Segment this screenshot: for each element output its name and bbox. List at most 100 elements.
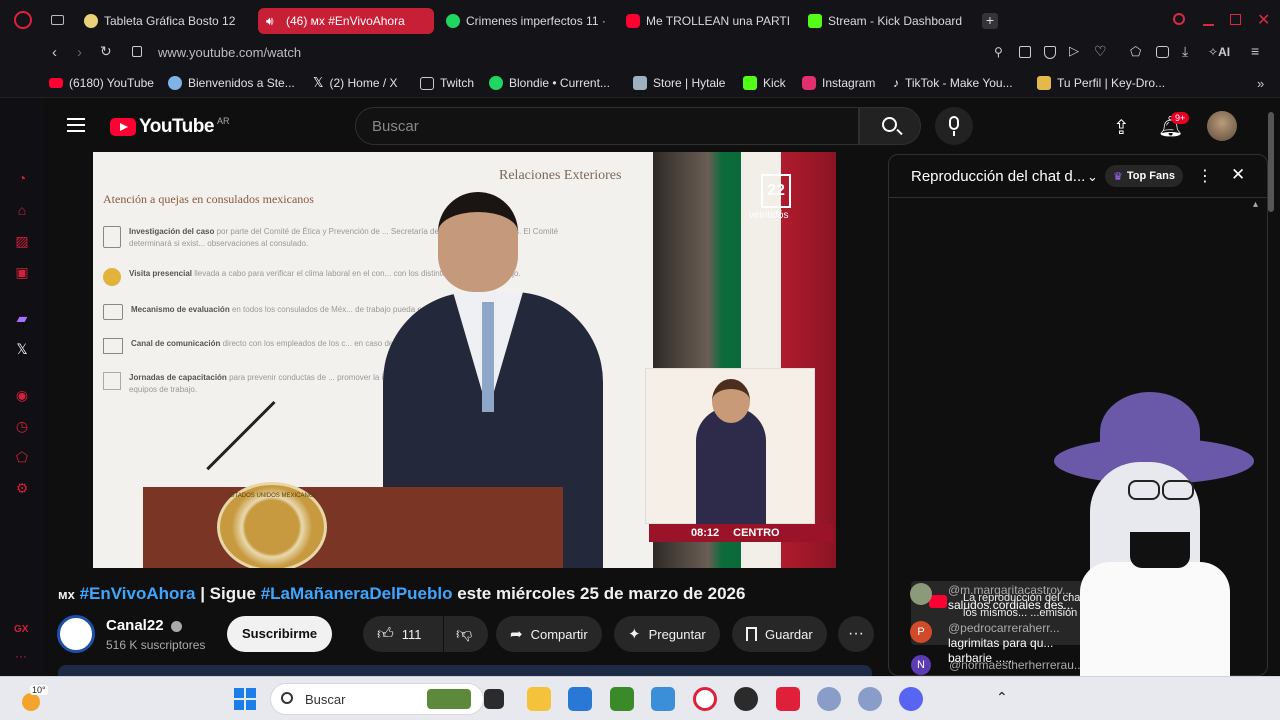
back-icon[interactable]: ‹ bbox=[52, 44, 57, 61]
search-input[interactable]: Buscar bbox=[355, 107, 859, 145]
minimize-icon[interactable] bbox=[1203, 24, 1214, 26]
play-icon[interactable]: ▷ bbox=[1069, 43, 1079, 59]
broadcast-time: 08:12 bbox=[691, 527, 720, 539]
channel-avatar[interactable] bbox=[57, 615, 95, 653]
ask-button[interactable]: ✦ Preguntar bbox=[614, 616, 720, 652]
file-explorer-icon[interactable] bbox=[527, 687, 551, 711]
close-window-icon[interactable]: ✕ bbox=[1257, 10, 1270, 30]
ai-button[interactable]: ✧AI bbox=[1208, 45, 1230, 59]
top-fans-chip[interactable]: ♛ Top Fans bbox=[1105, 165, 1183, 187]
history-icon[interactable]: ◷ bbox=[14, 418, 30, 434]
forward-icon[interactable]: › bbox=[77, 44, 82, 61]
more-bookmarks-icon[interactable]: » bbox=[1257, 74, 1264, 92]
tab-label: Me TROLLEAN una PARTI bbox=[646, 14, 790, 28]
page-scrollbar[interactable] bbox=[1268, 112, 1274, 212]
menu-icon[interactable]: ≡ bbox=[1251, 43, 1259, 59]
save-button[interactable]: Guardar bbox=[732, 616, 827, 652]
wallet-icon[interactable] bbox=[1156, 46, 1169, 58]
tab-bosto[interactable]: Tableta Gráfica Bosto 12 bbox=[76, 8, 248, 34]
video-player[interactable]: Relaciones Exteriores Atención a quejas … bbox=[93, 152, 836, 568]
reload-icon[interactable]: ↻ bbox=[100, 43, 112, 60]
share-button[interactable]: ➦ Compartir bbox=[496, 616, 602, 652]
bookmark-youtube[interactable]: (6180) YouTube bbox=[49, 74, 154, 92]
bosto-icon bbox=[84, 14, 98, 28]
discord-icon[interactable] bbox=[899, 687, 923, 711]
gx-cleaner-icon[interactable]: ▨ bbox=[14, 233, 30, 249]
search-tabs-icon[interactable] bbox=[1173, 13, 1185, 25]
voice-search-button[interactable] bbox=[935, 107, 973, 145]
obs-icon[interactable] bbox=[734, 687, 758, 711]
upload-icon[interactable]: ⇪ bbox=[1113, 115, 1130, 140]
maximize-icon[interactable] bbox=[1230, 14, 1241, 25]
tab-youtube-active[interactable]: 🔊︎ (46) ᴍx #EnVivoAhora bbox=[258, 8, 434, 34]
snapshot-icon[interactable] bbox=[1019, 46, 1031, 58]
dislike-button[interactable]: 👎︎ bbox=[444, 616, 488, 652]
tab-spotify[interactable]: Crimenes imperfectos 11 · bbox=[438, 8, 610, 34]
chat-options-icon[interactable]: ⋮ bbox=[1197, 166, 1213, 186]
avatar[interactable] bbox=[1207, 111, 1237, 141]
chat-scroll-up-icon[interactable]: ▴ bbox=[1253, 199, 1258, 210]
opera-gx-logo-icon[interactable] bbox=[14, 11, 32, 29]
url-field[interactable]: www.youtube.com/watch bbox=[158, 45, 301, 60]
gx-store-icon[interactable]: ⌂ bbox=[14, 202, 30, 218]
bookmark-tiktok[interactable]: ♪ TikTok - Make You... bbox=[893, 74, 1013, 92]
download-icon[interactable]: ⤓ bbox=[1182, 43, 1188, 60]
seal-text: ESTADOS UNIDOS MEXICANOS bbox=[226, 493, 318, 499]
hashtag-envivo[interactable]: #EnVivoAhora bbox=[80, 584, 196, 603]
title-end: este miércoles 25 de marzo de 2026 bbox=[452, 584, 746, 603]
lock-icon[interactable] bbox=[132, 46, 142, 57]
search-button[interactable] bbox=[859, 107, 921, 145]
more-actions-button[interactable]: ··· bbox=[838, 616, 874, 652]
x-sidebar-icon[interactable]: 𝕏 bbox=[14, 341, 30, 357]
share-icon: ➦ bbox=[510, 626, 523, 643]
shield-icon[interactable] bbox=[1044, 46, 1056, 59]
bookmark-twitch[interactable]: Twitch bbox=[420, 74, 474, 92]
bookmark-keydrop[interactable]: Tu Perfil | Key-Dro... bbox=[1037, 74, 1165, 92]
bookmark-x[interactable]: 𝕏 (2) Home / X bbox=[313, 74, 398, 92]
channel-bug-text: veintidós bbox=[749, 210, 789, 221]
gx-control-icon[interactable]: ▣ bbox=[14, 264, 30, 280]
taskbar-search-input[interactable]: Buscar bbox=[270, 683, 484, 715]
broadcast-zone: CENTRO bbox=[733, 527, 780, 539]
more-sidebar-icon[interactable]: ··· bbox=[15, 649, 27, 663]
tray-chevron-icon[interactable]: ⌃ bbox=[996, 689, 1008, 706]
tab-kick[interactable]: Stream - Kick Dashboard bbox=[800, 8, 972, 34]
minecraft-icon[interactable] bbox=[610, 687, 634, 711]
extensions-icon[interactable]: ⬠ bbox=[1130, 44, 1141, 60]
settings-icon[interactable]: ⚙ bbox=[14, 480, 30, 496]
bookmark-kick[interactable]: Kick bbox=[743, 74, 786, 92]
speaker-icon[interactable]: 🔊︎ bbox=[266, 14, 280, 28]
kick-icon bbox=[743, 76, 757, 90]
like-button[interactable]: 👍︎ 111 bbox=[363, 616, 443, 652]
bookmark-steam[interactable]: Bienvenidos a Ste... bbox=[168, 74, 295, 92]
bookmark-spotify[interactable]: Blondie • Current... bbox=[489, 74, 610, 92]
task-view-icon[interactable] bbox=[484, 689, 504, 709]
player-icon[interactable]: ◉ bbox=[14, 387, 30, 403]
weather-widget[interactable]: 10° bbox=[20, 685, 48, 713]
gx-corner-icon[interactable]: ◔ bbox=[14, 170, 30, 186]
opera-gx-taskbar-icon[interactable] bbox=[693, 687, 717, 711]
photos-icon[interactable] bbox=[651, 687, 675, 711]
twitch-icon[interactable]: ▰ bbox=[14, 310, 30, 326]
subscribe-button[interactable]: Suscribirme bbox=[227, 616, 333, 652]
chevron-down-icon[interactable]: ⌄ bbox=[1087, 169, 1098, 185]
close-chat-icon[interactable]: ✕ bbox=[1231, 165, 1245, 185]
tab-manager-icon[interactable] bbox=[51, 15, 64, 25]
app-icon-2[interactable] bbox=[858, 687, 882, 711]
windows-start-icon[interactable] bbox=[234, 688, 256, 710]
heart-icon[interactable]: ♡ bbox=[1094, 43, 1107, 60]
ms-store-icon[interactable] bbox=[568, 687, 592, 711]
app-icon-1[interactable] bbox=[817, 687, 841, 711]
youtube-logo[interactable]: YouTube AR bbox=[110, 116, 229, 138]
hamburger-menu-icon[interactable] bbox=[67, 118, 85, 132]
new-tab-button[interactable]: + bbox=[982, 13, 998, 29]
extensions-sidebar-icon[interactable]: ⬠ bbox=[14, 449, 30, 465]
hashtag-mananera[interactable]: #LaMañaneraDelPueblo bbox=[261, 584, 453, 603]
bookmark-instagram[interactable]: Instagram bbox=[802, 74, 875, 92]
pin-icon[interactable]: ⚲ bbox=[994, 45, 1003, 59]
tiktok-live-icon[interactable] bbox=[776, 687, 800, 711]
channel-name[interactable]: Canal22 bbox=[106, 617, 182, 634]
description-box[interactable] bbox=[58, 665, 872, 676]
tab-youtube-2[interactable]: Me TROLLEAN una PARTI bbox=[618, 8, 790, 34]
bookmark-hytale[interactable]: Store | Hytale bbox=[633, 74, 725, 92]
